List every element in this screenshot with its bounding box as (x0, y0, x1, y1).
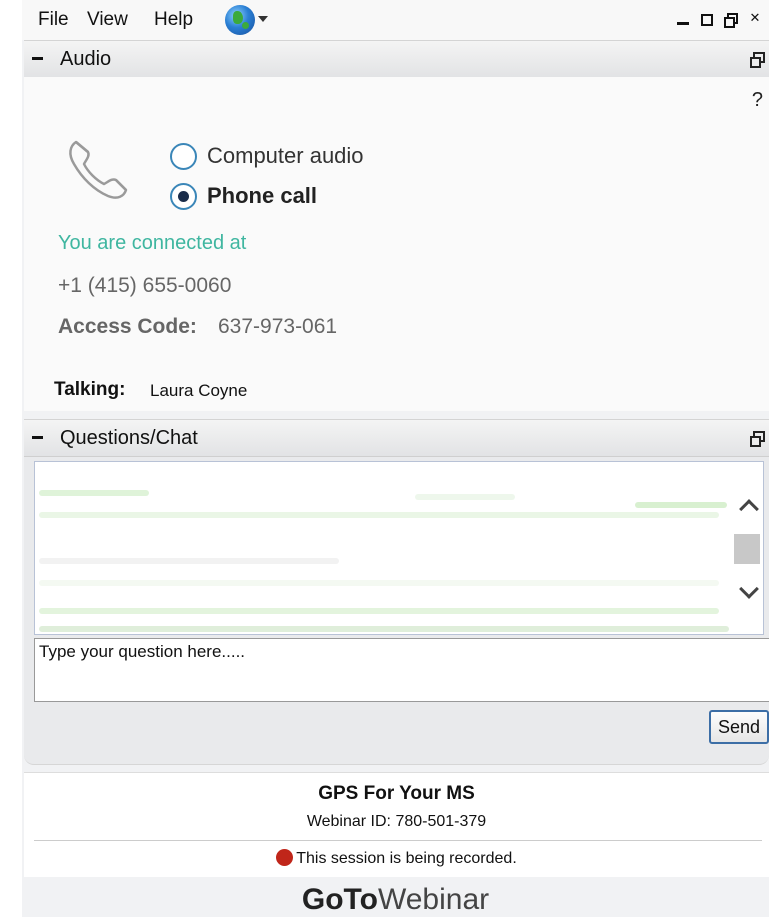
popout-audio-icon[interactable] (749, 51, 765, 68)
webinar-title: GPS For Your MS (318, 783, 475, 804)
redacted-message (415, 494, 515, 500)
phone-call-radio[interactable] (170, 183, 197, 210)
chevron-down-icon[interactable] (258, 16, 268, 22)
access-code-value: 637-973-061 (218, 315, 338, 338)
phone-call-label[interactable]: Phone call (207, 183, 317, 209)
globe-icon[interactable] (225, 5, 255, 35)
audio-panel: ? Computer audio Phone call You are conn… (24, 77, 769, 411)
footer: GoToWebinar (22, 877, 769, 917)
connection-status: You are connected at (58, 232, 247, 254)
session-info: GPS For Your MS Webinar ID: 780-501-379 … (24, 772, 769, 878)
minimize-icon[interactable] (674, 10, 692, 28)
chevron-down-icon (739, 579, 759, 599)
chat-panel-title: Questions/Chat (60, 427, 198, 449)
chat-log (34, 461, 764, 635)
popout-chat-icon[interactable] (749, 430, 765, 447)
chevron-up-icon (739, 499, 759, 519)
talking-label: Talking: (54, 379, 126, 400)
record-dot-icon (276, 849, 294, 866)
phone-icon (69, 140, 128, 199)
scroll-up-button[interactable] (737, 494, 761, 519)
webinar-id: Webinar ID: 780-501-379 (306, 813, 487, 830)
brand-light-text: Webinar (377, 883, 490, 916)
recording-notice: This session is being recorded. (24, 849, 769, 868)
maximize-icon[interactable] (698, 10, 716, 28)
brand-bold-text: GoTo (301, 883, 378, 916)
redacted-message (635, 502, 727, 508)
send-button[interactable]: Send (709, 710, 769, 744)
collapse-audio-icon[interactable] (30, 50, 46, 66)
menu-file[interactable]: File (38, 9, 69, 31)
redacted-message (39, 580, 719, 586)
scroll-down-button[interactable] (737, 579, 761, 602)
redacted-message (39, 490, 149, 496)
talking-name: Laura Coyne (150, 381, 248, 400)
redacted-message (39, 608, 719, 614)
redacted-message (39, 558, 339, 564)
access-code-label: Access Code: (58, 315, 197, 338)
redacted-message (39, 512, 719, 518)
close-icon[interactable]: ✕ (746, 10, 764, 28)
dial-in-number: +1 (415) 655-0060 (58, 274, 232, 297)
menu-help[interactable]: Help (154, 9, 193, 31)
collapse-chat-icon[interactable] (30, 429, 46, 445)
recording-text: This session is being recorded. (296, 850, 517, 867)
help-icon[interactable]: ? (752, 89, 763, 112)
redacted-message (39, 626, 729, 632)
menu-view[interactable]: View (87, 9, 128, 31)
chat-panel: Send (24, 457, 769, 765)
question-input[interactable] (34, 638, 769, 702)
divider (34, 840, 762, 841)
gotowebinar-control-panel: File View Help ✕ Audio ? Computer audio … (22, 0, 769, 917)
scrollbar-thumb[interactable] (734, 534, 760, 564)
menu-bar: File View Help ✕ (22, 0, 769, 40)
gotowebinar-logo: GoToWebinar (22, 883, 769, 917)
chat-panel-header: Questions/Chat (24, 419, 769, 457)
computer-audio-radio[interactable] (170, 143, 197, 170)
audio-panel-title: Audio (60, 48, 112, 70)
audio-panel-header: Audio (24, 40, 769, 78)
popout-window-icon[interactable] (722, 10, 740, 28)
computer-audio-label[interactable]: Computer audio (207, 143, 364, 169)
